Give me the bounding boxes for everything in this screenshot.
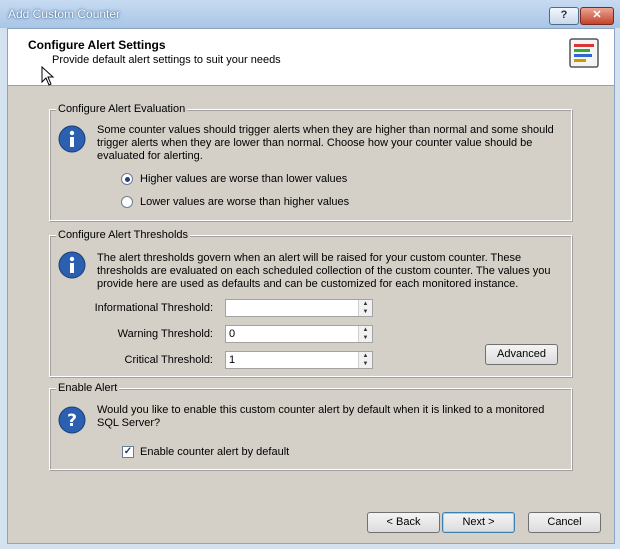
critical-threshold-value: 1 [229,354,236,366]
help-button[interactable]: ? [549,7,579,25]
warning-threshold-input[interactable]: 0 ▲ ▼ [225,325,373,343]
radio-lower-worse-label[interactable]: Lower values are worse than higher value… [140,196,349,208]
spin-down-icon[interactable]: ▼ [359,308,372,316]
chart-report-icon [569,38,599,68]
window-title: Add Custom Counter [8,7,121,21]
dialog-client-area: Configure Alert Settings Provide default… [7,28,615,544]
wizard-header: Configure Alert Settings Provide default… [8,29,614,86]
radio-lower-worse[interactable] [121,196,133,208]
spin-down-icon[interactable]: ▼ [359,360,372,368]
info-icon [58,251,86,279]
spin-up-icon[interactable]: ▲ [359,326,372,334]
question-icon: ? [58,406,86,434]
critical-threshold-input[interactable]: 1 ▲ ▼ [225,351,373,369]
informational-threshold-spinner[interactable]: ▲ ▼ [358,300,372,316]
alert-thresholds-group-label: Configure Alert Thresholds [56,229,191,241]
back-button[interactable]: < Back [367,512,440,533]
page-subtitle: Provide default alert settings to suit y… [52,54,281,66]
alert-thresholds-group: Configure Alert Thresholds The alert thr… [49,229,572,377]
close-button[interactable]: ✕ [580,7,614,25]
warning-threshold-label: Warning Threshold: [117,328,213,340]
dialog-window: Add Custom Counter ? ✕ Configure Alert S… [0,0,620,549]
enable-alert-description: Would you like to enable this custom cou… [97,404,545,429]
next-button[interactable]: Next > [442,512,515,533]
informational-threshold-label: Informational Threshold: [94,302,213,314]
enable-alert-group-label: Enable Alert [56,382,120,394]
warning-threshold-spinner[interactable]: ▲ ▼ [358,326,372,342]
radio-higher-worse[interactable] [121,173,133,185]
info-icon [58,125,86,153]
spin-up-icon[interactable]: ▲ [359,300,372,308]
enable-alert-checkbox[interactable]: ✓ [122,446,134,458]
alert-evaluation-description: Some counter values should trigger alert… [97,124,554,162]
warning-threshold-value: 0 [229,328,236,340]
radio-higher-worse-label[interactable]: Higher values are worse than lower value… [140,173,347,185]
alert-evaluation-group: Configure Alert Evaluation Some counter … [49,103,572,221]
mouse-cursor-icon [41,66,55,86]
critical-threshold-spinner[interactable]: ▲ ▼ [358,352,372,368]
critical-threshold-label: Critical Threshold: [124,354,213,366]
title-bar[interactable]: Add Custom Counter ? ✕ [0,0,620,28]
alert-thresholds-description: The alert thresholds govern when an aler… [97,252,551,290]
spin-up-icon[interactable]: ▲ [359,352,372,360]
spin-down-icon[interactable]: ▼ [359,334,372,342]
enable-alert-checkbox-label[interactable]: Enable counter alert by default [140,446,289,458]
svg-text:?: ? [67,411,77,431]
advanced-button[interactable]: Advanced [485,344,558,365]
cancel-button[interactable]: Cancel [528,512,601,533]
alert-evaluation-group-label: Configure Alert Evaluation [56,103,188,115]
page-title: Configure Alert Settings [28,38,166,52]
enable-alert-group: Enable Alert ? Would you like to enable … [49,382,572,470]
informational-threshold-input[interactable]: ▲ ▼ [225,299,373,317]
